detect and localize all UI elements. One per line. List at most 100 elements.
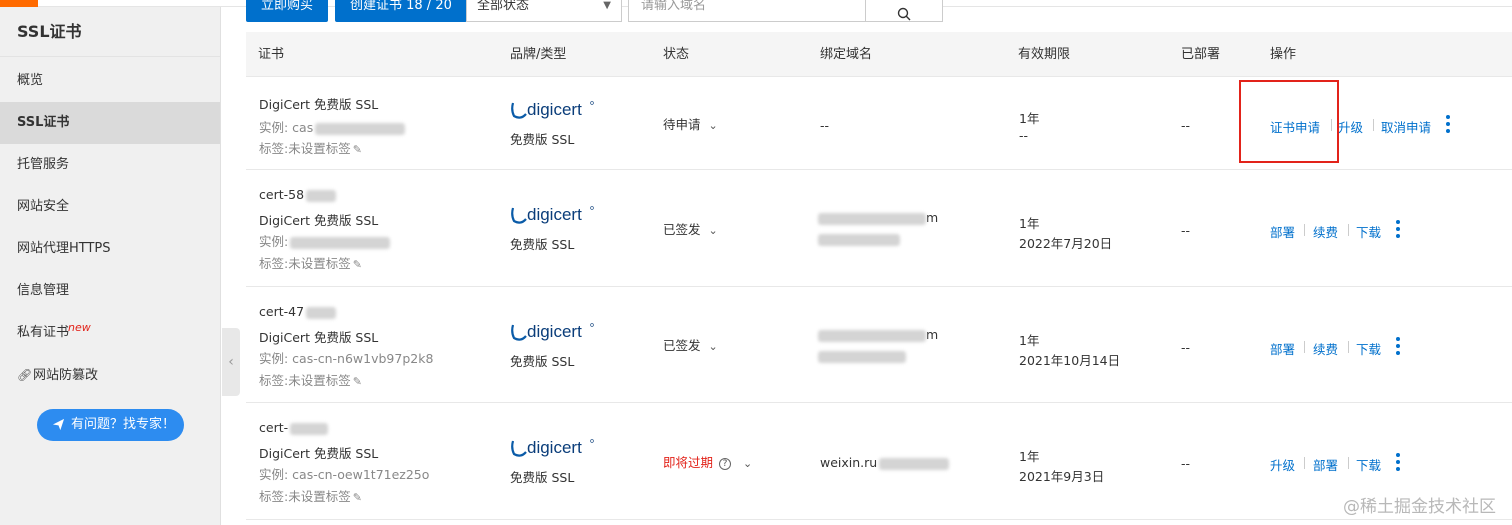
table-header: 证书 品牌/类型 状态 绑定域名 有效期限 已部署 操作 <box>246 32 1512 77</box>
sidebar-item-info-management[interactable]: 信息管理 <box>0 270 220 312</box>
cert-instance: 实例: cas <box>259 117 406 136</box>
deploy-link[interactable]: 部署 <box>1270 222 1295 241</box>
col-header-status: 状态 <box>663 47 690 62</box>
upgrade-link[interactable]: 升级 <box>1270 455 1295 474</box>
cert-product: DigiCert 免费版 SSL <box>259 446 379 461</box>
col-header-actions: 操作 <box>1270 47 1297 62</box>
validity-period: 1年 <box>1019 111 1040 126</box>
cert-product: DigiCert 免费版 SSL <box>259 213 379 228</box>
expiry-date: 2021年10月14日 <box>1019 353 1121 368</box>
cert-type: 免费版 SSL <box>510 132 575 147</box>
chevron-left-icon: ‹ <box>228 354 234 370</box>
status-dropdown[interactable]: 即将过期? ⌄ <box>663 452 752 471</box>
cert-tag[interactable]: 标签:未设置标签 ✎ <box>259 370 362 389</box>
highlight-annotation-box <box>1239 80 1339 163</box>
status-filter-select[interactable]: 全部状态 ▼ <box>466 0 622 22</box>
cancel-apply-link[interactable]: 取消申请 <box>1381 117 1431 136</box>
col-header-deployed: 已部署 <box>1181 47 1221 62</box>
sidebar-item-ssl-cert[interactable]: SSL证书 <box>0 102 220 144</box>
sidebar-item-label: 托管服务 <box>17 157 70 172</box>
more-vertical-icon[interactable] <box>1396 337 1400 355</box>
svg-text:digicert: digicert <box>527 205 582 224</box>
sidebar-item-managed-service[interactable]: 托管服务 <box>0 144 220 186</box>
ask-expert-button[interactable]: 有问题？找专家！ <box>37 409 184 441</box>
upgrade-link[interactable]: 升级 <box>1338 117 1363 136</box>
cert-tag[interactable]: 标签:未设置标签 ✎ <box>259 486 362 505</box>
deploy-link[interactable]: 部署 <box>1270 339 1295 358</box>
digicert-logo: digicert <box>510 437 594 459</box>
cert-tag[interactable]: 标签:未设置标签 ✎ <box>259 253 362 272</box>
sidebar-item-site-security[interactable]: 网站安全 <box>0 186 220 228</box>
cert-type: 免费版 SSL <box>510 354 575 369</box>
digicert-logo: digicert <box>510 321 594 343</box>
sidebar-item-private-cert[interactable]: 私有证书 new <box>0 312 220 354</box>
cert-type: 免费版 SSL <box>510 470 575 485</box>
deploy-link[interactable]: 部署 <box>1313 455 1338 474</box>
cert-instance: 实例: cas-cn-oew1t71ez25o <box>259 467 430 482</box>
svg-text:digicert: digicert <box>527 438 582 457</box>
action-divider <box>1348 341 1349 353</box>
sidebar: SSL证书 概览 SSL证书 托管服务 网站安全 网站代理HTTPS 信息管理 … <box>0 7 221 525</box>
ask-expert-label: 有问题？找专家！ <box>71 417 176 432</box>
action-divider <box>1348 457 1349 469</box>
cert-tag[interactable]: 标签:未设置标签 ✎ <box>259 138 362 157</box>
digicert-logo: digicert <box>510 204 594 226</box>
action-divider <box>1304 457 1305 469</box>
chevron-down-icon: ⌄ <box>708 340 718 353</box>
download-link[interactable]: 下载 <box>1356 339 1381 358</box>
sidebar-item-tamper-protection[interactable]: 🔗︎网站防篡改 <box>0 354 220 396</box>
bound-domain: weixin.ru <box>820 455 950 470</box>
bound-domain-2 <box>818 348 906 363</box>
svg-text:digicert: digicert <box>527 322 582 341</box>
chevron-down-icon: ⌄ <box>708 119 718 132</box>
search-input[interactable]: 请输入域名 <box>628 0 866 22</box>
table-row: cert-47 DigiCert 免费版 SSL 实例: cas-cn-n6w1… <box>246 287 1512 403</box>
edit-icon: ✎ <box>352 491 362 504</box>
buy-button[interactable]: 立即购买 <box>246 0 329 22</box>
download-link[interactable]: 下载 <box>1356 455 1381 474</box>
edit-icon: ✎ <box>352 143 362 156</box>
status-dropdown[interactable]: 已签发 ⌄ <box>663 219 718 238</box>
cert-product: DigiCert 免费版 SSL <box>259 97 379 112</box>
table-row: cert- DigiCert 免费版 SSL 实例: cas-cn-oew1t7… <box>246 403 1512 520</box>
watermark: @稀土掘金技术社区 <box>1343 497 1496 517</box>
renew-link[interactable]: 续费 <box>1313 222 1338 241</box>
sidebar-collapse-handle[interactable]: ‹ <box>222 328 240 396</box>
chevron-down-icon: ⌄ <box>743 457 753 470</box>
download-link[interactable]: 下载 <box>1356 222 1381 241</box>
status-dropdown[interactable]: 已签发 ⌄ <box>663 335 718 354</box>
edit-icon: ✎ <box>352 375 362 388</box>
more-vertical-icon[interactable] <box>1396 220 1400 238</box>
renew-link[interactable]: 续费 <box>1313 339 1338 358</box>
edit-icon: ✎ <box>352 258 362 271</box>
sidebar-title: SSL证书 <box>0 7 220 57</box>
expiry-date: -- <box>1019 128 1029 143</box>
bound-domain-2 <box>818 231 900 246</box>
new-badge: new <box>68 321 91 334</box>
cert-name: cert-58 <box>259 187 337 202</box>
sidebar-item-overview[interactable]: 概览 <box>0 60 220 102</box>
paper-plane-icon <box>52 418 65 431</box>
sidebar-item-proxy-https[interactable]: 网站代理HTTPS <box>0 228 220 270</box>
action-divider <box>1373 119 1374 131</box>
cert-type: 免费版 SSL <box>510 237 575 252</box>
table-row: cert-58 DigiCert 免费版 SSL 实例: 标签:未设置标签 ✎ d… <box>246 170 1512 287</box>
status-dropdown[interactable]: 待申请 ⌄ <box>663 114 718 133</box>
status-filter-value: 全部状态 <box>477 0 530 13</box>
action-divider <box>1304 224 1305 236</box>
expiry-date: 2022年7月20日 <box>1019 236 1113 251</box>
more-vertical-icon[interactable] <box>1396 453 1400 471</box>
sidebar-item-label: SSL证书 <box>17 115 70 130</box>
cert-instance: 实例: <box>259 231 391 250</box>
search-button[interactable] <box>865 0 943 22</box>
cert-name: cert-47 <box>259 304 337 319</box>
cert-product: DigiCert 免费版 SSL <box>259 330 379 345</box>
create-cert-button[interactable]: 创建证书 18 / 20 <box>335 0 467 22</box>
deployed-value: -- <box>1181 118 1191 133</box>
help-circle-icon[interactable]: ? <box>719 458 732 470</box>
col-header-validity: 有效期限 <box>1018 47 1071 62</box>
validity-period: 1年 <box>1019 333 1040 348</box>
deployed-value: -- <box>1181 340 1191 355</box>
chevron-down-icon: ⌄ <box>708 224 718 237</box>
more-vertical-icon[interactable] <box>1446 115 1450 133</box>
